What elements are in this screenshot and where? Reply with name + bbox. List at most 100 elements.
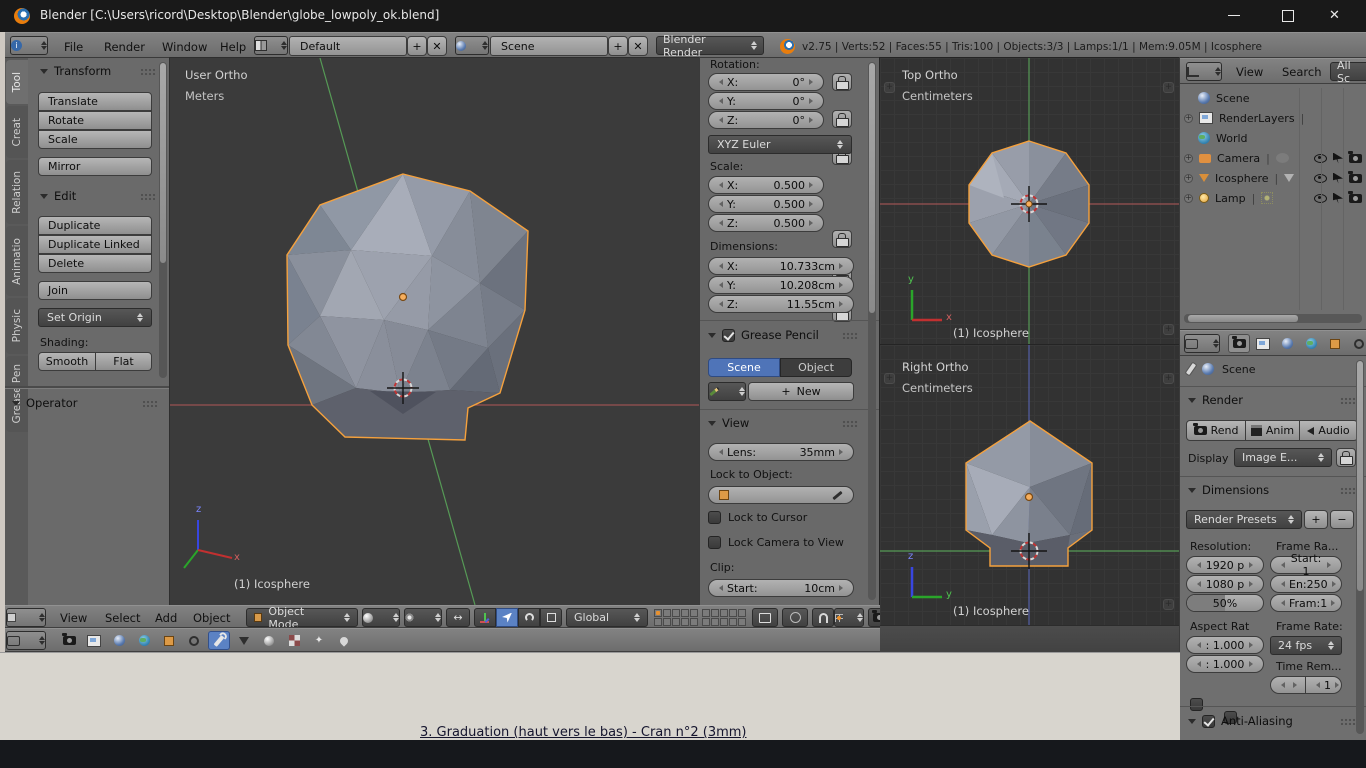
background-document-window[interactable]: 3. Graduation (haut vers le bas) - Cran …	[0, 652, 1180, 740]
screen-layout-icon-button[interactable]	[254, 36, 288, 55]
tab-material[interactable]	[258, 631, 280, 650]
panel-grip-icon[interactable]	[842, 332, 858, 339]
panel-grip-icon[interactable]	[1340, 718, 1356, 725]
anti-aliasing-checkbox[interactable]	[1202, 715, 1215, 728]
editor-type-properties-button[interactable]	[1184, 334, 1220, 353]
gp-scene-tab[interactable]: Scene	[708, 358, 780, 377]
outliner-display-filter-select[interactable]: All Sc	[1330, 62, 1366, 81]
manipulator-toggle-button[interactable]: ↔	[446, 608, 470, 627]
rotation-y-field[interactable]: Y:0°	[708, 92, 824, 110]
transform-panel-header[interactable]: Transform	[40, 64, 156, 78]
manipulator-translate-button[interactable]	[496, 608, 518, 627]
tab-world[interactable]	[133, 631, 155, 650]
lock-to-object-field[interactable]	[708, 486, 854, 504]
menu-view[interactable]: View	[60, 611, 87, 625]
rotate-button[interactable]: Rotate	[38, 111, 152, 130]
layers-grid-2[interactable]	[702, 609, 746, 626]
selectability-cursor-icon[interactable]	[1333, 173, 1343, 184]
tab-tool[interactable]: Tool	[6, 60, 28, 104]
display-mode-select[interactable]: Image E...	[1234, 448, 1332, 467]
maximize-button[interactable]	[1282, 10, 1294, 22]
transform-orientation-select[interactable]: Global	[566, 608, 648, 627]
panel-expand-button[interactable]: +	[884, 82, 895, 93]
menu-object[interactable]: Object	[193, 611, 230, 625]
shade-smooth-button[interactable]: Smooth	[38, 352, 96, 371]
time-remap-new-field[interactable]: 1	[1306, 676, 1342, 694]
outliner-row-scene[interactable]: Scene	[1184, 88, 1362, 108]
gp-layer-select[interactable]	[708, 382, 746, 401]
duplicate-linked-button[interactable]: Duplicate Linked	[38, 235, 152, 254]
pin-icon[interactable]	[1185, 362, 1198, 377]
expand-icon[interactable]: +	[1184, 154, 1193, 163]
panel-grip-icon[interactable]	[842, 420, 858, 427]
view-panel-header[interactable]: View	[708, 416, 858, 430]
panel-grip-icon[interactable]	[1340, 487, 1356, 494]
render-audio-button[interactable]: Audio	[1300, 420, 1358, 441]
tab-object-data[interactable]	[233, 631, 255, 650]
edit-panel-header[interactable]: Edit	[40, 189, 156, 203]
dimensions-panel-header[interactable]: Dimensions	[1188, 483, 1356, 497]
duplicate-button[interactable]: Duplicate	[38, 216, 152, 235]
outliner-row-icosphere[interactable]: + Icosphere |	[1184, 168, 1362, 188]
lens-field[interactable]: Lens:35mm	[708, 443, 854, 461]
shade-flat-button[interactable]: Flat	[96, 352, 152, 371]
render-presets-select[interactable]: Render Presets	[1186, 510, 1302, 529]
delete-button[interactable]: Delete	[38, 254, 152, 273]
close-button[interactable]: ✕	[1328, 9, 1341, 22]
scale-button[interactable]: Scale	[38, 130, 152, 149]
menu-select[interactable]: Select	[105, 611, 140, 625]
pivot-center-select[interactable]	[404, 608, 442, 627]
outliner-menu-view[interactable]: View	[1236, 65, 1263, 79]
join-button[interactable]: Join	[38, 281, 152, 300]
render-engine-select[interactable]: Blender Render	[656, 36, 764, 55]
set-origin-select[interactable]: Set Origin	[38, 308, 152, 327]
panel-expand-button[interactable]: +	[1163, 82, 1174, 93]
tab-scene[interactable]	[108, 631, 130, 650]
menu-file[interactable]: File	[64, 40, 83, 54]
proportional-edit-select[interactable]	[782, 608, 808, 627]
renderability-camera-icon[interactable]	[1349, 194, 1362, 203]
scale-z-field[interactable]: Z:0.500	[708, 214, 824, 232]
tab-physics[interactable]	[333, 631, 355, 650]
panel-expand-button[interactable]: +	[1163, 373, 1174, 384]
border-checkbox[interactable]	[1190, 698, 1203, 711]
layers-grid-1[interactable]	[654, 609, 698, 626]
tab-scene[interactable]	[1276, 334, 1298, 353]
preset-add-button[interactable]: +	[1304, 510, 1328, 529]
lock-camera-checkbox[interactable]	[708, 536, 721, 549]
tab-grease-pencil[interactable]: Grease Pen	[6, 356, 28, 432]
scale-y-field[interactable]: Y:0.500	[708, 195, 824, 213]
expand-icon[interactable]: +	[1184, 174, 1193, 183]
tool-shelf-scrollbar[interactable]	[159, 62, 167, 378]
resolution-y-field[interactable]: 1080 p	[1186, 575, 1264, 593]
renderability-camera-icon[interactable]	[1349, 174, 1362, 183]
menu-add[interactable]: Add	[155, 611, 177, 625]
outliner-row-camera[interactable]: + Camera |	[1184, 148, 1362, 168]
selectability-cursor-icon[interactable]	[1333, 153, 1343, 164]
scene-delete-button[interactable]: ✕	[628, 36, 648, 56]
aspect-y-field[interactable]: : 1.000	[1186, 655, 1264, 673]
editor-type-3dview-button[interactable]	[6, 608, 46, 627]
dimensions-x-field[interactable]: X:10.733cm	[708, 257, 854, 275]
tab-texture[interactable]	[283, 631, 305, 650]
preset-remove-button[interactable]: −	[1330, 510, 1354, 529]
resolution-percentage-slider[interactable]: 50%	[1186, 594, 1264, 612]
viewport-top[interactable]: y x Top Ortho Centimeters (1) Icosphere …	[880, 58, 1180, 345]
frame-end-field[interactable]: En:250	[1270, 575, 1342, 593]
rotation-z-field[interactable]: Z:0°	[708, 111, 824, 129]
expand-icon[interactable]: +	[1184, 114, 1193, 123]
tab-render-layers[interactable]	[1252, 334, 1274, 353]
rotation-x-field[interactable]: X:0°	[708, 73, 824, 91]
rotation-x-lock-button[interactable]	[832, 73, 852, 91]
viewport-shading-select[interactable]	[362, 608, 400, 627]
tab-relations[interactable]: Relation	[6, 160, 28, 224]
outliner-row-renderlayers[interactable]: + RenderLayers |	[1184, 108, 1362, 128]
lock-camera-row[interactable]: Lock Camera to View	[708, 536, 844, 549]
panel-expand-button[interactable]: +	[1163, 324, 1174, 335]
snap-element-select[interactable]	[834, 608, 864, 627]
tab-create[interactable]: Creat	[6, 106, 28, 158]
mode-select[interactable]: Object Mode	[246, 608, 358, 627]
scale-x-field[interactable]: X:0.500	[708, 176, 824, 194]
lock-to-cursor-checkbox[interactable]	[708, 511, 721, 524]
frame-step-field[interactable]: Fram:1	[1270, 594, 1342, 612]
